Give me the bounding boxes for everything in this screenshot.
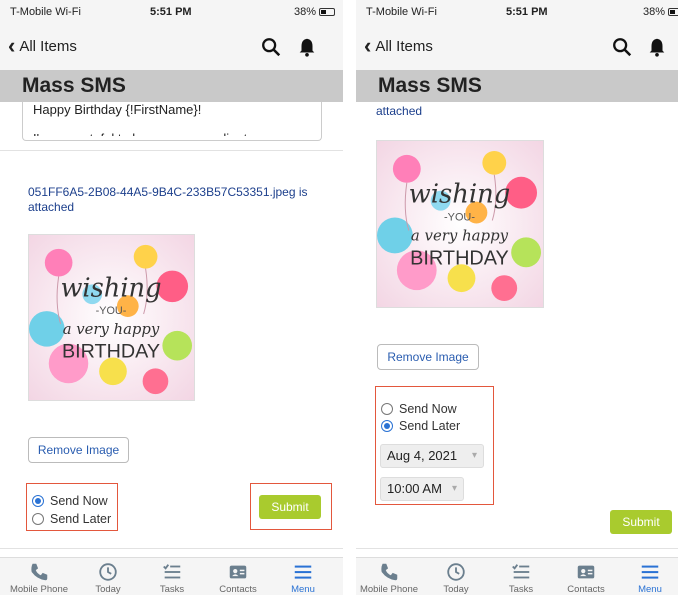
send-now-option[interactable]: Send Now (381, 402, 457, 416)
back-button[interactable]: ‹ All Items (364, 33, 433, 58)
message-line-1: Happy Birthday {!FirstName}! (33, 102, 202, 117)
status-time: 5:51 PM (150, 6, 192, 18)
send-later-option[interactable]: Send Later (381, 419, 460, 433)
tab-tasks[interactable]: Tasks (491, 558, 551, 595)
divider (0, 150, 343, 151)
status-bar: T-Mobile Wi-Fi 5:51 PM 38% (356, 0, 678, 26)
search-icon[interactable] (611, 36, 633, 58)
phone-icon (28, 561, 50, 583)
tab-label: Today (443, 584, 469, 595)
tab-label: Tasks (508, 584, 534, 595)
tab-label: Mobile Phone (9, 584, 69, 595)
svg-text:-YOU-: -YOU- (444, 212, 475, 224)
tab-contacts[interactable]: Contacts (556, 558, 616, 595)
divider (356, 548, 678, 549)
tab-label: Today (95, 584, 121, 595)
tab-bar: Mobile Phone Today Tasks Contacts Menu (356, 557, 678, 595)
submit-highlight (250, 483, 332, 530)
svg-text:BIRTHDAY: BIRTHDAY (62, 341, 160, 363)
chevron-left-icon: ‹ (364, 33, 372, 58)
battery-percent: 38% (642, 6, 665, 18)
tab-mobile-phone[interactable]: Mobile Phone (9, 558, 69, 595)
birthday-image: wishing -YOU- a very happy BIRTHDAY (28, 234, 195, 401)
nav-bar: ‹ All Items (356, 26, 678, 70)
clock-icon (97, 561, 119, 583)
send-options-highlight (26, 483, 118, 531)
bell-icon[interactable] (646, 36, 668, 58)
contact-card-icon (227, 561, 249, 583)
page-title: Mass SMS (22, 74, 126, 97)
tab-label: Contacts (219, 584, 257, 595)
clock-icon (445, 561, 467, 583)
divider (0, 548, 343, 549)
battery-icon (668, 8, 678, 16)
send-now-radio[interactable] (381, 403, 393, 415)
carrier-label: T-Mobile Wi-Fi (10, 6, 81, 18)
svg-text:wishing: wishing (60, 273, 161, 303)
search-icon[interactable] (260, 36, 282, 58)
tab-label: Contacts (567, 584, 605, 595)
battery-percent: 38% (293, 6, 316, 18)
svg-text:a very happy: a very happy (63, 321, 160, 338)
form-content: attached wishing -YOU- a very happy BIRT… (356, 102, 678, 557)
tasks-icon (510, 561, 532, 583)
back-button[interactable]: ‹ All Items (8, 33, 77, 58)
battery-icon (319, 8, 335, 16)
title-bar: Mass SMS (356, 70, 678, 102)
back-label: All Items (375, 37, 433, 55)
svg-text:wishing: wishing (409, 180, 511, 210)
svg-text:BIRTHDAY: BIRTHDAY (410, 247, 509, 269)
attachment-text: 051FF6A5-2B08-44A5-9B4C-233B57C53351.jpe… (28, 185, 308, 214)
send-later-radio[interactable] (381, 420, 393, 432)
tab-label: Menu (291, 584, 315, 595)
tab-tasks[interactable]: Tasks (142, 558, 202, 595)
right-screen: T-Mobile Wi-Fi 5:51 PM 38% ‹ All Items M… (356, 0, 678, 595)
send-later-label: Send Later (399, 419, 461, 433)
message-line-2: I'm so grateful to have you as a client (33, 129, 311, 136)
battery-indicator: 38% (643, 6, 678, 18)
send-now-label: Send Now (399, 402, 457, 416)
tab-label: Mobile Phone (359, 584, 419, 595)
contact-card-icon (575, 561, 597, 583)
message-textarea[interactable]: Happy Birthday {!FirstName}! I'm so grat… (22, 102, 322, 141)
tab-today[interactable]: Today (78, 558, 138, 595)
submit-button[interactable]: Submit (610, 510, 672, 534)
status-bar: T-Mobile Wi-Fi 5:51 PM 38% (0, 0, 343, 26)
date-value: Aug 4, 2021 (387, 448, 458, 463)
tab-bar: Mobile Phone Today Tasks Contacts Menu (0, 557, 343, 595)
chevron-down-icon: ▾ (451, 483, 457, 494)
chevron-left-icon: ‹ (8, 33, 16, 58)
tab-mobile-phone[interactable]: Mobile Phone (359, 558, 419, 595)
tab-label: Tasks (159, 584, 185, 595)
time-value: 10:00 AM (387, 481, 442, 496)
tab-label: Menu (638, 584, 662, 595)
tab-menu[interactable]: Menu (273, 558, 333, 595)
tab-contacts[interactable]: Contacts (208, 558, 268, 595)
hamburger-menu-icon (639, 561, 661, 583)
bell-icon[interactable] (296, 36, 318, 58)
page-title: Mass SMS (378, 74, 482, 97)
attachment-text: attached (376, 104, 423, 118)
tasks-icon (161, 561, 183, 583)
remove-image-button[interactable]: Remove Image (377, 344, 479, 370)
svg-text:-YOU-: -YOU- (96, 305, 127, 317)
svg-text:a very happy: a very happy (411, 226, 509, 244)
remove-image-button[interactable]: Remove Image (28, 437, 129, 463)
hamburger-menu-icon (292, 561, 314, 583)
title-bar: Mass SMS (0, 70, 343, 102)
time-select[interactable]: 10:00 AM ▾ (380, 477, 464, 501)
back-label: All Items (19, 37, 77, 55)
birthday-image: wishing -YOU- a very happy BIRTHDAY (376, 140, 544, 308)
phone-icon (378, 561, 400, 583)
tab-today[interactable]: Today (426, 558, 486, 595)
battery-indicator: 38% (294, 6, 335, 18)
carrier-label: T-Mobile Wi-Fi (366, 6, 437, 18)
status-time: 5:51 PM (506, 6, 548, 18)
tab-menu[interactable]: Menu (620, 558, 678, 595)
date-select[interactable]: Aug 4, 2021 ▾ (380, 444, 484, 468)
nav-bar: ‹ All Items (0, 26, 343, 70)
form-content: Happy Birthday {!FirstName}! I'm so grat… (0, 102, 343, 557)
chevron-down-icon: ▾ (471, 450, 477, 461)
left-screen: T-Mobile Wi-Fi 5:51 PM 38% ‹ All Items M… (0, 0, 343, 595)
